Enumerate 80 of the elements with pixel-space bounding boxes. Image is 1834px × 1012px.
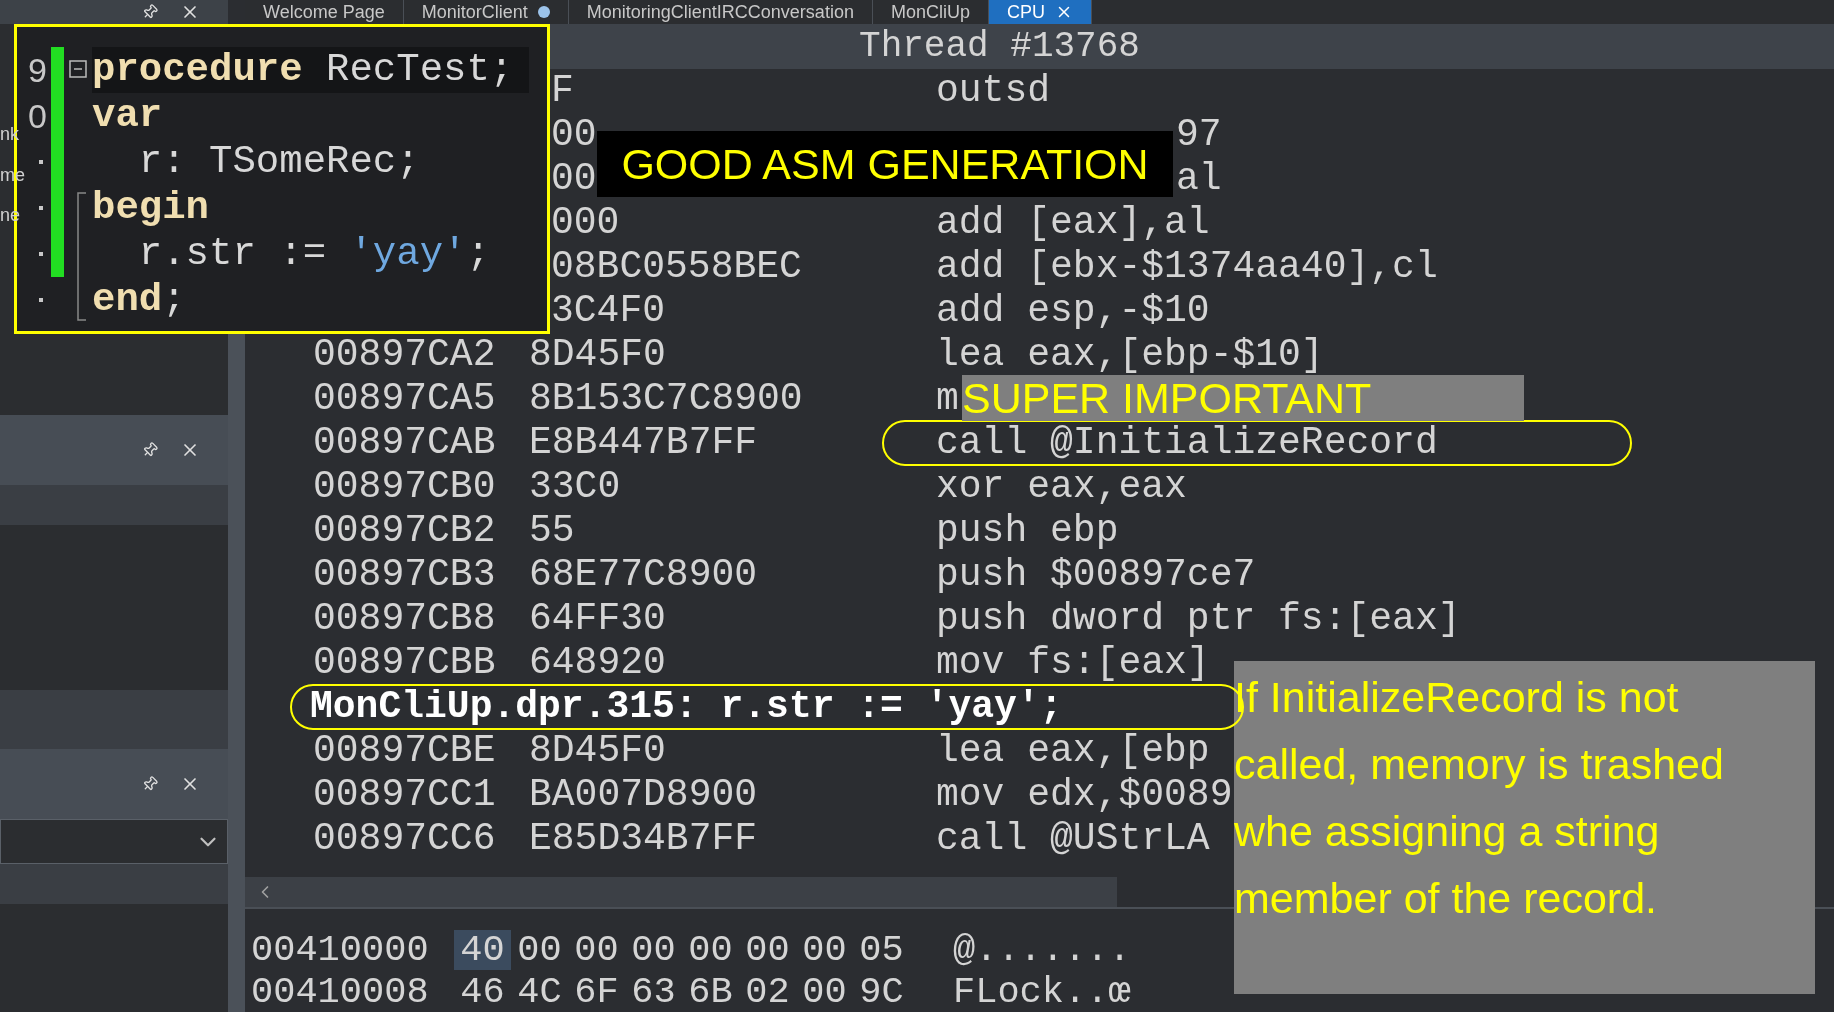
- bytes-cell: 00: [551, 159, 597, 199]
- address-cell: 00897CB0: [313, 467, 496, 507]
- bytes-cell: 00: [551, 115, 597, 155]
- hex-ascii: FLock..œ: [953, 973, 1131, 1011]
- bytes-cell: E8B447B7FF: [529, 423, 758, 463]
- instruction-cell: call @InitializeRecord: [936, 423, 1438, 463]
- instruction-cell: add [eax],al: [936, 203, 1210, 243]
- address-cell: 00897CB3: [313, 555, 496, 595]
- bytes-cell: 8B153C7C8900: [529, 379, 803, 419]
- instruction-cell: al: [1176, 159, 1222, 199]
- instruction-cell: 97: [1176, 115, 1222, 155]
- instruction-cell: outsd: [936, 71, 1051, 111]
- address-cell: 00897CC1: [313, 775, 496, 815]
- bytes-cell: 08BC0558BEC: [551, 247, 802, 287]
- code-line: r.str := 'yay';: [137, 231, 491, 277]
- bytes-cell: 55: [529, 511, 575, 551]
- source-line: MonCliUp.dpr.315: r.str := 'yay';: [310, 687, 1063, 727]
- line-number: 0: [28, 99, 47, 133]
- annotation-label: GOOD ASM GENERATION: [597, 131, 1173, 197]
- hex-byte[interactable]: 4C: [511, 972, 568, 1012]
- instruction-cell: xor eax,eax: [936, 467, 1187, 507]
- bytes-cell: 648920: [529, 643, 666, 683]
- bytes-cell: 33C0: [529, 467, 621, 507]
- code-line: end;: [92, 277, 187, 323]
- hex-byte[interactable]: 00: [796, 930, 853, 970]
- instruction-cell: add esp,-$10: [936, 291, 1210, 331]
- address-cell: 00897CBB: [313, 643, 496, 683]
- thread-title: Thread #13768: [859, 28, 1140, 65]
- horizontal-scrollbar[interactable]: [245, 877, 1117, 907]
- address-cell: 00897CA5: [313, 379, 496, 419]
- bytes-cell: BA007D8900: [529, 775, 758, 815]
- instruction-cell: mov fs:[eax]: [936, 643, 1210, 683]
- address-cell: 00897CC6: [313, 819, 496, 859]
- bytes-cell: F: [551, 71, 574, 111]
- instruction-cell: push dword ptr fs:[eax]: [936, 599, 1461, 639]
- fold-icon[interactable]: [69, 60, 87, 78]
- hex-byte[interactable]: 00: [625, 930, 682, 970]
- hex-byte[interactable]: 02: [739, 972, 796, 1012]
- hex-byte[interactable]: 46: [454, 972, 511, 1012]
- hex-byte[interactable]: 00: [511, 930, 568, 970]
- line-number: 9: [28, 53, 47, 87]
- bytes-cell: 000: [551, 203, 620, 243]
- hex-ascii: @.......: [953, 931, 1131, 969]
- instruction-cell: push $00897ce7: [936, 555, 1256, 595]
- hex-byte[interactable]: 05: [853, 930, 910, 970]
- instruction-cell: lea eax,[ebp-$10]: [936, 335, 1324, 375]
- hex-byte[interactable]: 00: [568, 930, 625, 970]
- code-line: r: TSomeRec;: [137, 139, 421, 185]
- hex-byte[interactable]: 00: [739, 930, 796, 970]
- hex-byte[interactable]: 63: [625, 972, 682, 1012]
- code-line: var: [92, 93, 164, 139]
- address-cell: 00897CBE: [313, 731, 496, 771]
- annotation-note: If InitializeRecord is not called, memory is trashed whe assigning a string member of the record.: [1234, 661, 1815, 994]
- instruction-cell: add [ebx-$1374aa40],cl: [936, 247, 1438, 287]
- hex-byte[interactable]: 00: [796, 972, 853, 1012]
- address-cell: 00897CB2: [313, 511, 496, 551]
- annotation-label: SUPER IMPORTANT: [962, 375, 1524, 421]
- address-cell: 00897CA2: [313, 335, 496, 375]
- hex-byte[interactable]: 6F: [568, 972, 625, 1012]
- instruction-cell: mov edx,$0089: [936, 775, 1233, 815]
- address-cell: 00897CB8: [313, 599, 496, 639]
- hex-byte[interactable]: 9C: [853, 972, 910, 1012]
- hex-byte[interactable]: 40: [454, 930, 511, 970]
- bytes-cell: 8D45F0: [529, 335, 666, 375]
- hex-byte[interactable]: 6B: [682, 972, 739, 1012]
- code-line: begin: [92, 185, 211, 231]
- bytes-cell: 64FF30: [529, 599, 666, 639]
- bytes-cell: 3C4F0: [551, 291, 666, 331]
- instruction-cell: push ebp: [936, 511, 1119, 551]
- hex-address: 00410008: [251, 970, 429, 1012]
- instruction-cell: lea eax,[ebp: [936, 731, 1210, 771]
- hex-byte[interactable]: 00: [682, 930, 739, 970]
- instruction-cell: m: [936, 379, 959, 419]
- instruction-cell: call @UStrLA: [936, 819, 1210, 859]
- hex-address: 00410000: [251, 928, 429, 971]
- address-cell: 00897CAB: [313, 423, 496, 463]
- bytes-cell: 68E77C8900: [529, 555, 758, 595]
- bytes-cell: E85D34B7FF: [529, 819, 758, 859]
- bytes-cell: 8D45F0: [529, 731, 666, 771]
- tab[interactable]: CPU: [988, 0, 1092, 24]
